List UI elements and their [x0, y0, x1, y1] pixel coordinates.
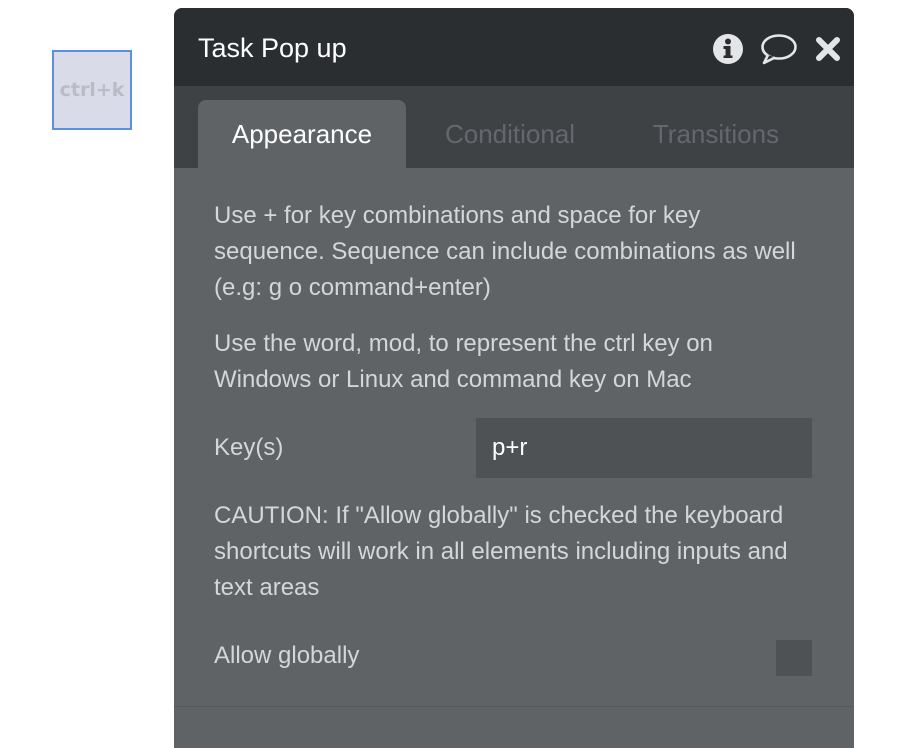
- property-editor-panel: Task Pop up Appearance Conditional Trans…: [174, 8, 854, 748]
- panel-title: Task Pop up: [198, 33, 347, 63]
- comment-icon[interactable]: [760, 32, 798, 66]
- shortcut-element-label: ctrl+k: [59, 79, 125, 101]
- info-icon[interactable]: [711, 32, 745, 66]
- caution-text: CAUTION: If "Allow globally" is checked …: [214, 502, 788, 601]
- allow-globally-label: Allow globally: [214, 642, 360, 669]
- keyboard-shortcut-element[interactable]: ctrl+k: [52, 50, 132, 130]
- tab-appearance[interactable]: Appearance: [198, 100, 406, 168]
- panel-header: Task Pop up: [174, 8, 854, 86]
- section-divider: [174, 706, 854, 707]
- tab-conditional[interactable]: Conditional: [428, 100, 592, 168]
- tab-bar: Appearance Conditional Transitions: [174, 86, 854, 168]
- allow-globally-checkbox[interactable]: [776, 640, 812, 676]
- mod-key-help-text: Use the word, mod, to represent the ctrl…: [214, 330, 713, 393]
- close-icon[interactable]: [814, 32, 842, 66]
- tab-transitions[interactable]: Transitions: [636, 100, 796, 168]
- keys-label: Key(s): [214, 434, 284, 461]
- key-combination-help-text: Use + for key combinations and space for…: [214, 202, 796, 301]
- keys-input[interactable]: [476, 418, 812, 478]
